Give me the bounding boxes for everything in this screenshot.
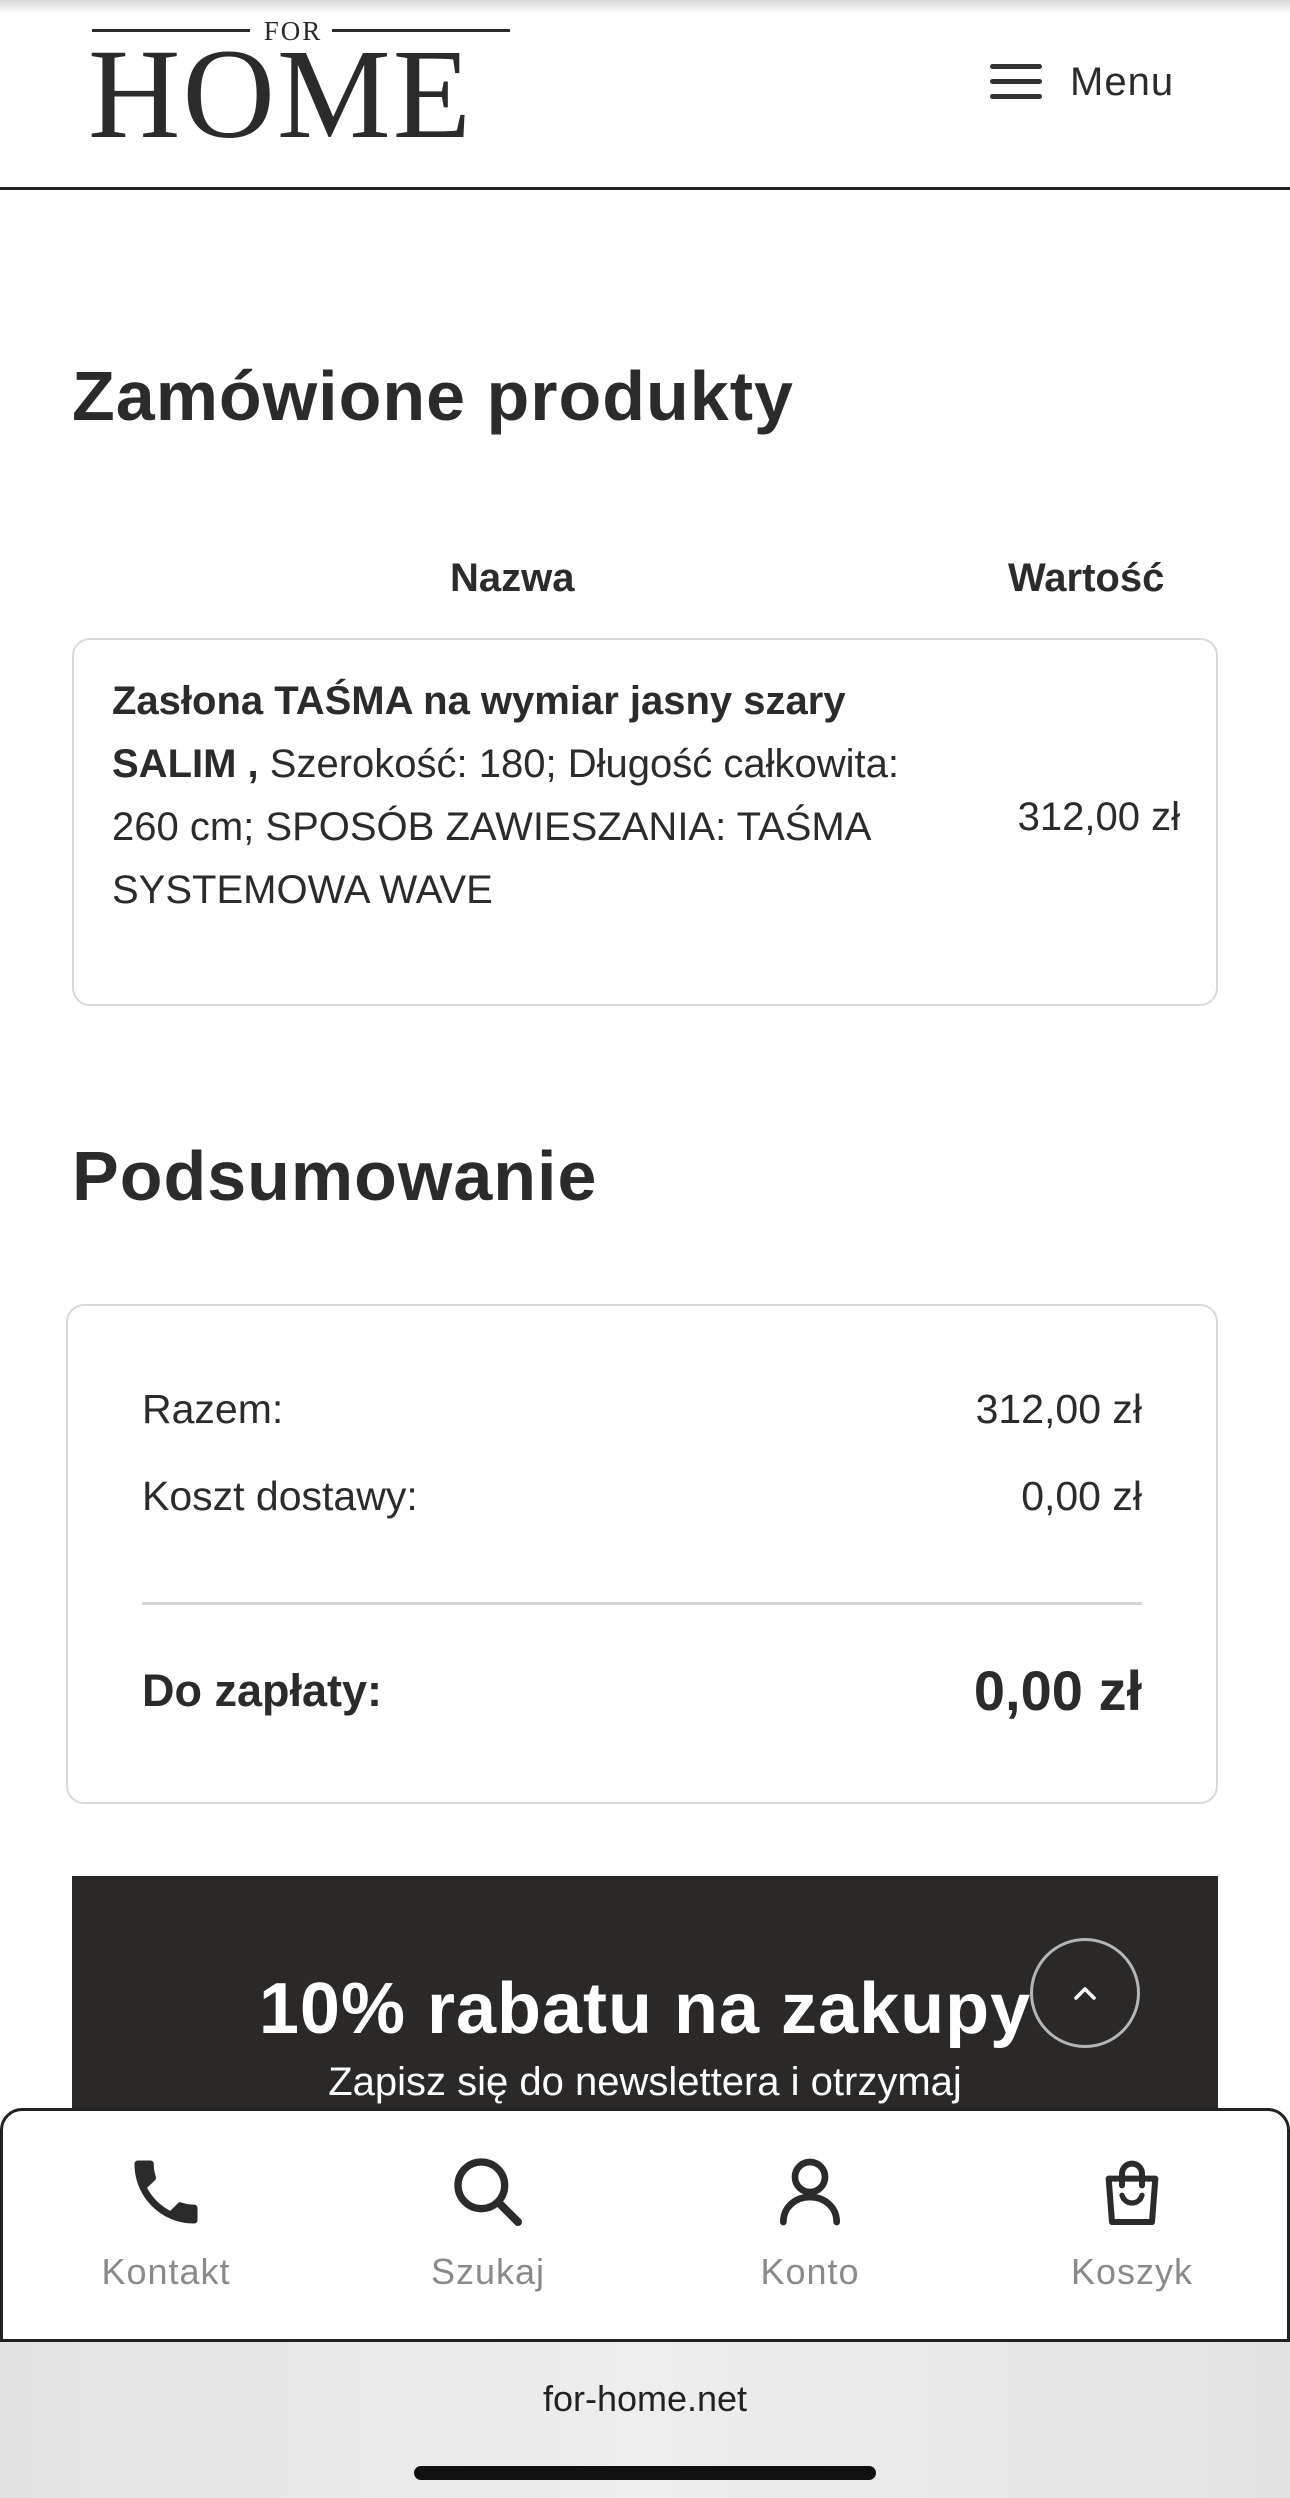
scroll-to-top-button[interactable] <box>1030 1938 1140 2048</box>
product-price: 312,00 zł <box>1017 795 1180 839</box>
chevron-up-icon <box>1074 1987 1096 2000</box>
column-header-name: Nazwa <box>450 556 575 600</box>
search-icon <box>443 2147 533 2237</box>
url-text[interactable]: for-home.net <box>0 2378 1290 2420</box>
shipping-row: Koszt dostawy: 0,00 zł <box>142 1473 1142 1520</box>
hamburger-icon <box>990 62 1042 102</box>
nav-item-search[interactable]: Szukaj <box>327 2111 649 2345</box>
home-indicator[interactable] <box>414 2466 876 2480</box>
summary-divider <box>142 1602 1142 1605</box>
subtotal-row: Razem: 312,00 zł <box>142 1386 1142 1433</box>
product-row: Zasłona TAŚMA na wymiar jasny szary SALI… <box>72 638 1218 1006</box>
menu-button[interactable]: Menu <box>990 50 1210 114</box>
shipping-label: Koszt dostawy: <box>142 1473 418 1519</box>
nav-label-cart: Koszyk <box>1070 2251 1194 2292</box>
browser-address-bar: for-home.net <box>0 2342 1290 2498</box>
total-row: Do zapłaty: 0,00 zł <box>142 1658 1142 1723</box>
nav-label-account: Konto <box>760 2251 860 2292</box>
logo-home-text: HOME <box>88 23 473 165</box>
nav-label-search: Szukaj <box>430 2251 546 2292</box>
summary-title: Podsumowanie <box>72 1137 598 1215</box>
menu-label: Menu <box>1070 59 1175 104</box>
total-value: 0,00 zł <box>973 1659 1142 1722</box>
nav-item-cart[interactable]: Koszyk <box>971 2111 1290 2345</box>
phone-icon <box>121 2147 211 2237</box>
site-header: FOR HOME Menu <box>0 0 1290 190</box>
ordered-products-title: Zamówione produkty <box>72 357 794 435</box>
summary-card: Razem: 312,00 zł Koszt dostawy: 0,00 zł … <box>66 1304 1218 1804</box>
status-bar-shadow <box>0 0 1290 14</box>
user-icon <box>765 2147 855 2237</box>
nav-item-account[interactable]: Konto <box>649 2111 971 2345</box>
total-label: Do zapłaty: <box>142 1664 383 1716</box>
column-header-value: Wartość <box>1008 556 1165 600</box>
nav-item-contact[interactable]: Kontakt <box>5 2111 327 2345</box>
shipping-value: 0,00 zł <box>1021 1473 1142 1519</box>
site-logo[interactable]: FOR HOME <box>88 16 510 158</box>
product-description: Zasłona TAŚMA na wymiar jasny szary SALI… <box>112 670 972 922</box>
subtotal-value: 312,00 zł <box>975 1386 1142 1432</box>
nav-label-contact: Kontakt <box>101 2251 231 2292</box>
newsletter-subtitle: Zapisz się do newslettera i otrzymaj <box>328 2060 962 2104</box>
subtotal-label: Razem: <box>142 1386 284 1432</box>
bottom-navigation: Kontakt Szukaj Konto Koszyk <box>0 2108 1290 2342</box>
shopping-bag-icon <box>1087 2147 1177 2237</box>
